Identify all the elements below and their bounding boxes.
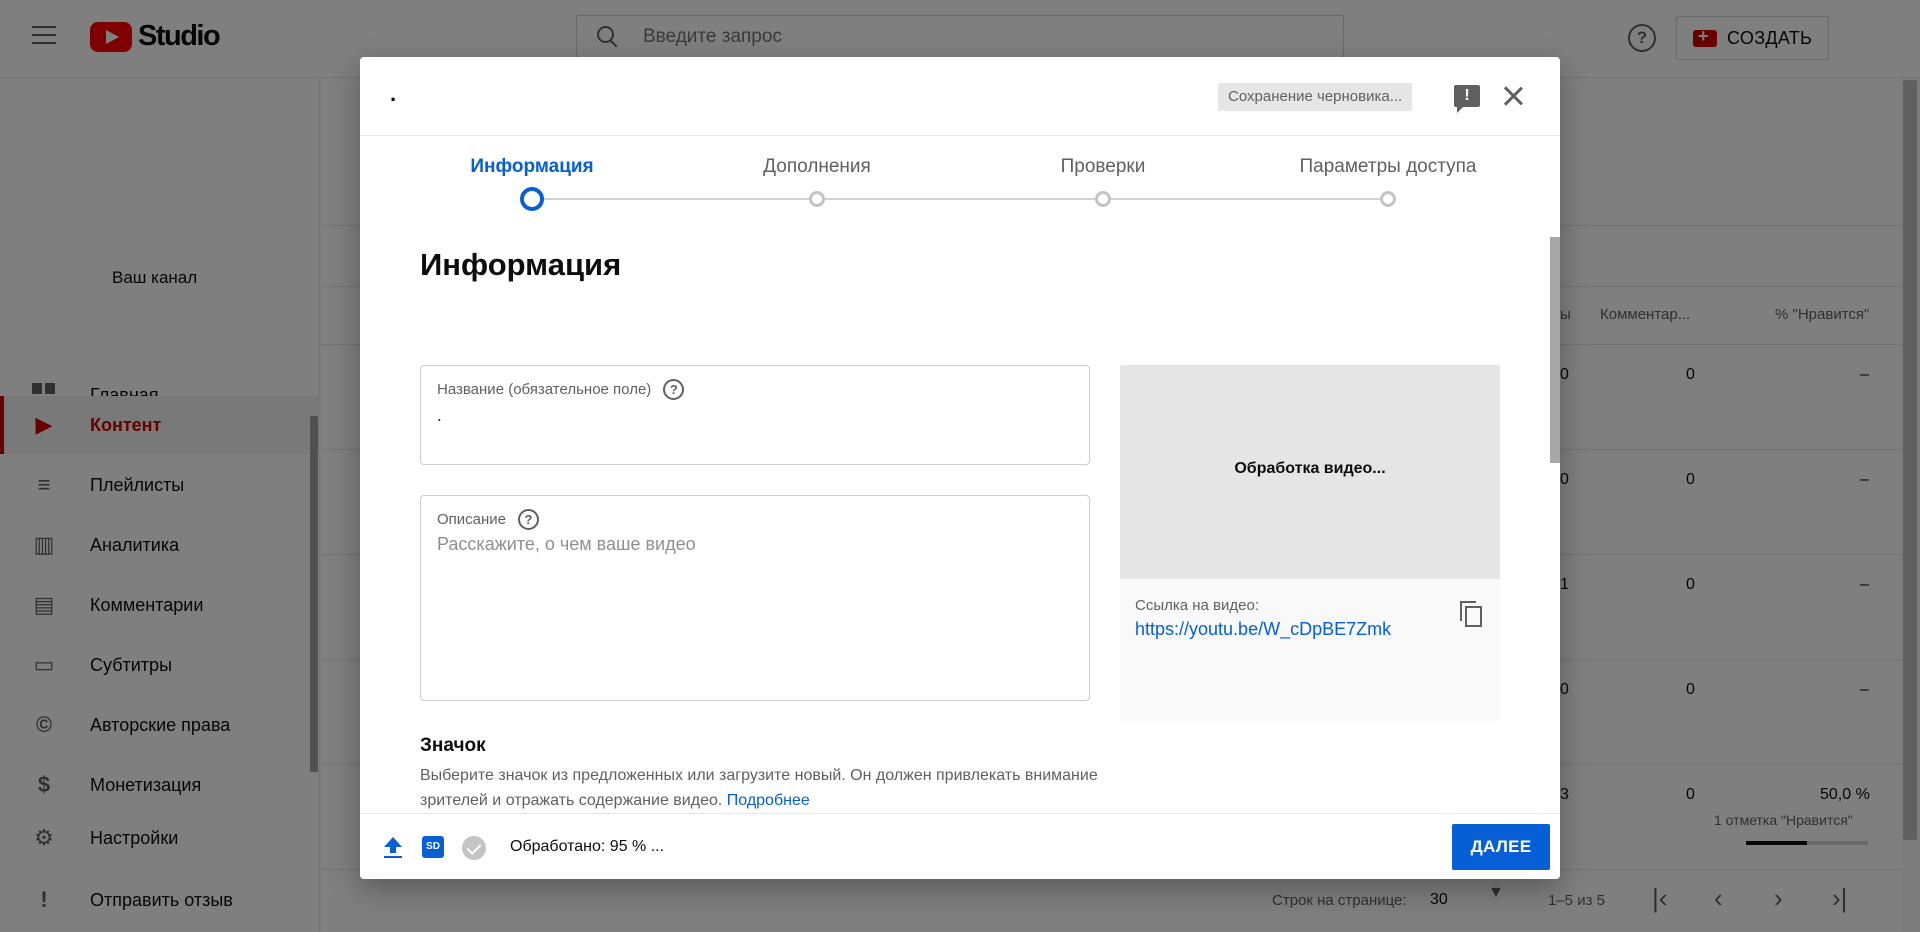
title-field[interactable]: Название (обязательное поле) ? .	[420, 365, 1090, 465]
report-issue-icon[interactable]: !	[1454, 85, 1480, 113]
dialog-body: Информация Дополнения Проверки Параметры…	[360, 137, 1560, 813]
processing-status: Обработка видео...	[1234, 460, 1386, 477]
thumbnail-heading: Значок	[420, 735, 486, 756]
dialog-scrollbar[interactable]	[1550, 237, 1560, 463]
draft-status-badge: Сохранение черновика...	[1218, 83, 1413, 111]
dialog-footer: SD Обработано: 95 % ... ДАЛЕЕ	[360, 813, 1560, 879]
stepper-track	[532, 198, 1388, 200]
description-field-label: Описание ?	[437, 509, 540, 530]
close-icon[interactable]	[1501, 84, 1525, 108]
video-link-label: Ссылка на видео:	[1135, 597, 1260, 614]
step-details[interactable]: Информация	[470, 156, 593, 178]
video-link[interactable]: https://youtu.be/W_cDpBE7Zmk	[1135, 619, 1391, 640]
step-checks[interactable]: Проверки	[1061, 156, 1146, 178]
processing-progress-text: Обработано: 95 % ...	[510, 838, 665, 855]
help-icon[interactable]: ?	[663, 379, 685, 400]
step-elements[interactable]: Дополнения	[763, 156, 871, 178]
check-icon	[462, 836, 486, 860]
title-input[interactable]: .	[437, 406, 442, 426]
sd-icon: SD	[422, 836, 444, 858]
video-preview-panel: Обработка видео... Ссылка на видео: http…	[1120, 365, 1500, 721]
dialog-header: . Сохранение черновика... !	[360, 57, 1560, 136]
thumbnail-description: Выберите значок из предложенных или загр…	[420, 763, 1100, 813]
description-field[interactable]: Описание ? Расскажите, о чем ваше видео	[420, 495, 1090, 701]
step-dot-elements[interactable]	[809, 191, 825, 207]
step-dot-details[interactable]	[520, 187, 544, 211]
title-field-label-text: Название (обязательное поле)	[437, 381, 652, 398]
section-heading: Информация	[420, 247, 622, 282]
learn-more-link[interactable]: Подробнее	[727, 792, 810, 809]
step-dot-checks[interactable]	[1095, 191, 1111, 207]
dialog-title: .	[390, 81, 397, 106]
step-visibility[interactable]: Параметры доступа	[1300, 156, 1477, 178]
upload-icon-base	[384, 856, 402, 858]
copy-icon[interactable]	[1460, 601, 1482, 627]
description-input[interactable]: Расскажите, о чем ваше видео	[437, 534, 696, 555]
title-field-label: Название (обязательное поле) ?	[437, 379, 685, 400]
step-dot-visibility[interactable]	[1380, 191, 1396, 207]
help-icon[interactable]: ?	[518, 509, 540, 530]
upload-dialog: . Сохранение черновика... ! Информация Д…	[360, 57, 1560, 879]
next-button[interactable]: ДАЛЕЕ	[1452, 824, 1550, 870]
description-field-label-text: Описание	[437, 511, 507, 528]
